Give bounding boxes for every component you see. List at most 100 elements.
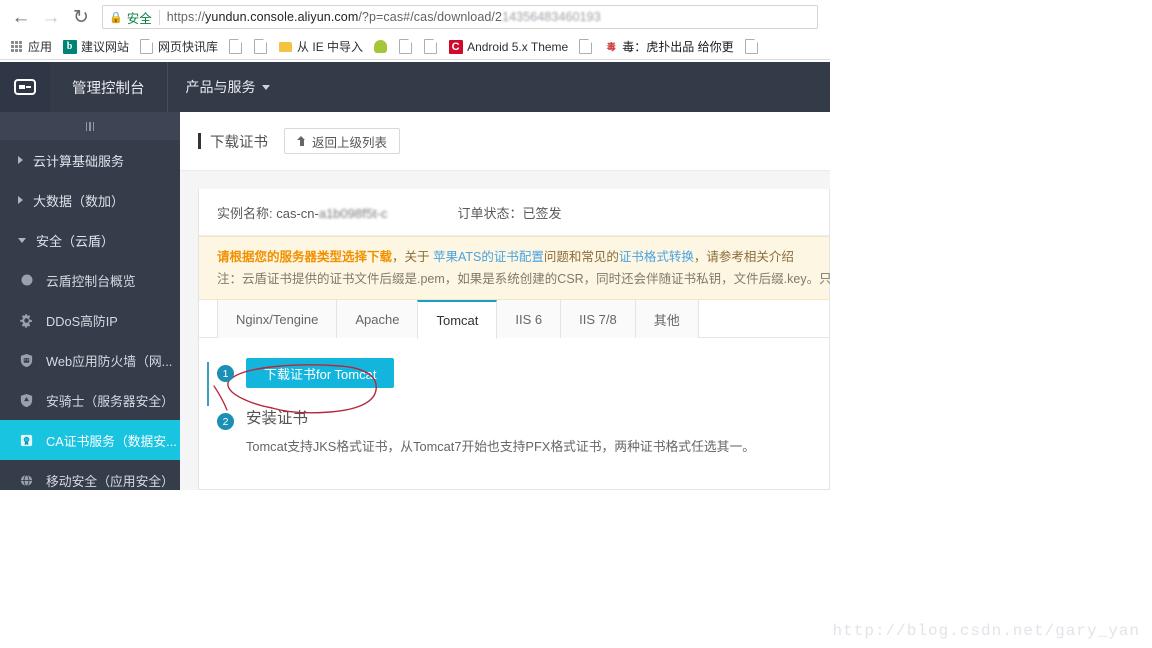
circle-icon — [18, 272, 35, 289]
sidebar-item-label: 安骑士（服务器安全） — [46, 393, 174, 409]
bookmark-hupu[interactable]: 毒 毒：虎扑出品 给你更 — [599, 37, 737, 56]
step-2-title: 安装证书 — [246, 410, 309, 427]
warning-banner: 请根据您的服务器类型选择下载，关于 苹果ATS的证书配置问题和常见的证书格式转换… — [199, 236, 830, 300]
aliyun-console: 管理控制台 产品与服务 云计算基础服务 大数据（数加） 安全（云盾） 云盾控制台… — [0, 62, 830, 490]
tab-apache[interactable]: Apache — [336, 300, 418, 338]
secure-label: 安全 — [126, 11, 152, 26]
url-path: /?p=cas#/cas/download/2 — [358, 10, 503, 24]
bookmark-item[interactable] — [574, 38, 597, 55]
tab-iis-7-8[interactable]: IIS 7/8 — [560, 300, 635, 338]
chevron-down-icon — [18, 237, 26, 243]
sidebar-item-server-security[interactable]: 安骑士（服务器安全） — [0, 380, 180, 420]
bookmark-apps[interactable]: 应用 — [5, 37, 56, 56]
warning-text-1: ，关于 — [392, 250, 433, 264]
firewall-shield-icon — [18, 352, 35, 369]
top-navigation-bar: 管理控制台 产品与服务 — [0, 62, 830, 112]
instance-name: 实例名称: cas-cn-a1b098f5t-c — [217, 203, 388, 222]
bookmark-label: 网页快讯库 — [158, 40, 219, 54]
chevron-right-icon — [18, 156, 23, 164]
bookmark-label: Android 5.x Theme — [467, 39, 569, 54]
sidebar-item-overview[interactable]: 云盾控制台概览 — [0, 260, 180, 300]
forward-icon[interactable]: → — [36, 2, 66, 32]
android-icon — [373, 39, 388, 54]
bookmark-suggested-sites[interactable]: b 建议网站 — [58, 37, 133, 56]
bookmarks-bar: 应用 b 建议网站 网页快讯库 从 IE 中导入 C Android 5.x T… — [0, 34, 830, 60]
omnibox-divider — [158, 9, 160, 25]
address-bar[interactable]: 🔒 安全 https://yundun.console.aliyun.com/?… — [102, 5, 818, 29]
bookmark-item[interactable] — [419, 38, 442, 55]
document-icon — [398, 39, 413, 54]
upload-arrow-icon — [297, 136, 306, 146]
certificate-icon — [18, 432, 35, 449]
chevron-right-icon — [18, 196, 23, 204]
c-red-icon: C — [448, 39, 463, 54]
lock-icon: 🔒 — [109, 11, 123, 24]
products-and-services-menu[interactable]: 产品与服务 — [168, 62, 288, 112]
hupu-icon: 毒 — [606, 42, 616, 52]
bookmark-item[interactable] — [394, 38, 417, 55]
tab-other[interactable]: 其他 — [634, 300, 699, 338]
chevron-down-icon — [261, 84, 270, 90]
bookmark-item[interactable] — [224, 38, 247, 55]
console-title: 管理控制台 — [50, 62, 168, 112]
download-certificate-button[interactable]: 下载证书for Tomcat — [246, 358, 395, 388]
document-icon — [578, 39, 593, 54]
document-icon — [228, 39, 243, 54]
sidebar-item-mobile-security[interactable]: 移动安全（应用安全） — [0, 460, 180, 490]
shield-icon — [18, 392, 35, 409]
document-icon — [423, 39, 438, 54]
bookmark-news-library[interactable]: 网页快讯库 — [135, 37, 222, 56]
step-2-description: Tomcat支持JKS格式证书，从Tomcat7开始也支持PFX格式证书，两种证… — [246, 438, 756, 454]
back-to-list-button[interactable]: 返回上级列表 — [284, 128, 401, 154]
browser-toolbar: ← → ↻ 🔒 安全 https://yundun.console.aliyun… — [0, 0, 830, 34]
sidebar-group-security[interactable]: 安全（云盾） — [0, 220, 180, 260]
bookmark-item[interactable] — [740, 38, 763, 55]
folder-icon — [278, 39, 293, 54]
back-icon[interactable]: ← — [6, 2, 36, 32]
instance-name-label: 实例名称: cas-cn- — [217, 205, 319, 221]
sidebar-item-ddos[interactable]: DDoS高防IP — [0, 300, 180, 340]
watermark: http://blog.csdn.net/gary_yan — [832, 622, 1140, 640]
sidebar-item-label: CA证书服务（数据安... — [46, 433, 177, 449]
reload-icon[interactable]: ↻ — [66, 2, 96, 32]
bookmark-label: 建议网站 — [81, 40, 130, 54]
bookmark-imported-from-ie[interactable]: 从 IE 中导入 — [274, 37, 367, 56]
gear-icon — [18, 312, 35, 329]
step-2-body: 安装证书 Tomcat支持JKS格式证书，从Tomcat7开始也支持PFX格式证… — [246, 406, 755, 455]
sidebar-group-big-data[interactable]: 大数据（数加） — [0, 180, 180, 220]
bookmark-label: 从 IE 中导入 — [297, 40, 364, 54]
aliyun-logo-icon[interactable] — [0, 62, 50, 112]
install-steps: 1 下载证书for Tomcat 2 安装证书 Tomcat支持JKS格式证书，… — [199, 338, 829, 455]
url-text: https://yundun.console.aliyun.com/?p=cas… — [167, 10, 601, 24]
document-icon — [744, 39, 759, 54]
warning-text-3: ，请参考相关介绍 — [693, 250, 794, 264]
sidebar-item-waf[interactable]: Web应用防火墙（网... — [0, 340, 180, 380]
page-title: 下载证书 — [210, 134, 268, 151]
back-button-label: 返回上级列表 — [312, 135, 388, 150]
bookmark-item[interactable] — [249, 38, 272, 55]
sidebar-collapse-toggle[interactable] — [0, 112, 180, 140]
sidebar-group-cloud-computing[interactable]: 云计算基础服务 — [0, 140, 180, 180]
instance-name-value: a1b098f5t-c — [318, 205, 388, 221]
collapse-handle-icon — [85, 121, 95, 131]
tab-iis-6[interactable]: IIS 6 — [497, 300, 561, 338]
tab-nginx-tengine[interactable]: Nginx/Tengine — [217, 300, 337, 338]
instance-info-row: 实例名称: cas-cn-a1b098f5t-c 订单状态：已签发 — [199, 189, 829, 236]
sidebar-item-ca-certificate-service[interactable]: CA证书服务（数据安... — [0, 420, 180, 460]
sidebar-item-label: 云盾控制台概览 — [46, 273, 136, 289]
sidebar-group-label: 云计算基础服务 — [33, 153, 125, 169]
apps-grid-icon — [9, 39, 24, 54]
mobile-security-icon — [18, 472, 35, 489]
format-conversion-link[interactable]: 证书格式转换 — [619, 250, 694, 264]
step-1-download: 1 下载证书for Tomcat — [217, 358, 829, 388]
page-header: 下载证书 返回上级列表 — [180, 112, 830, 171]
bookmark-android-theme[interactable]: C Android 5.x Theme — [444, 38, 572, 55]
sidebar-item-label: DDoS高防IP — [46, 313, 118, 329]
tab-tomcat[interactable]: Tomcat — [417, 300, 498, 339]
page-title-wrap: 下载证书 — [198, 131, 268, 152]
ats-config-link[interactable]: 苹果ATS的证书配置 — [433, 250, 544, 264]
title-accent-bar — [198, 133, 201, 149]
url-host: yundun.console.aliyun.com — [205, 10, 359, 24]
bookmark-android[interactable] — [369, 38, 392, 55]
warning-note-line: 注：云盾证书提供的证书文件后缀是.pem，如果是系统创建的CSR，同时还会伴随证… — [217, 272, 830, 286]
